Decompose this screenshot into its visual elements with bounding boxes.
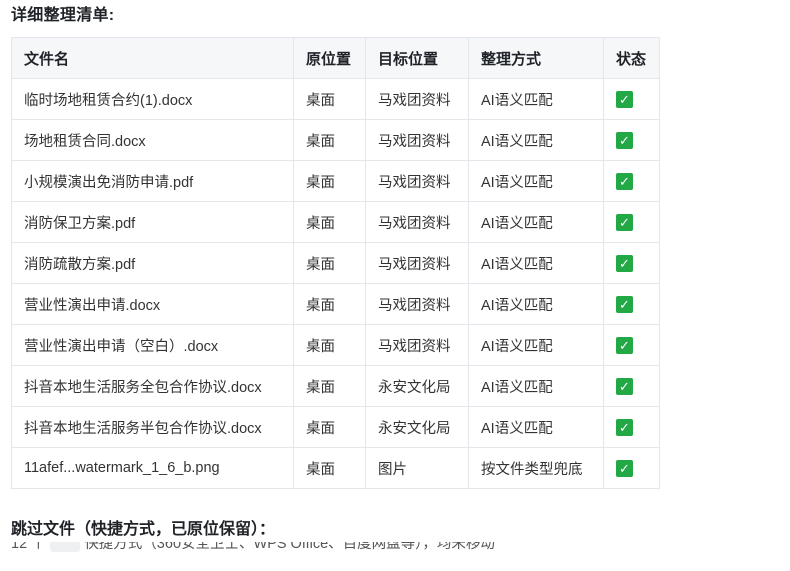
file-organize-table: 文件名 原位置 目标位置 整理方式 状态 临时场地租赁合约(1).docx 桌面马… bbox=[11, 37, 660, 489]
lnk-extension-code: .lnk bbox=[49, 542, 81, 552]
table-row: 抖音本地生活服务半包合作协议.docx 桌面 永安文化局 AI语义匹配 ✓ bbox=[11, 406, 660, 448]
check-mark-icon: ✓ bbox=[616, 377, 633, 395]
cell-target: 永安文化局 bbox=[365, 365, 469, 407]
cell-origin: 桌面 bbox=[293, 447, 366, 489]
check-mark-icon: ✓ bbox=[616, 131, 633, 149]
table-row: 消防保卫方案.pdf 桌面 马戏团资料 AI语义匹配 ✓ bbox=[11, 201, 660, 243]
cell-method: AI语义匹配 bbox=[468, 283, 604, 325]
check-mark-icon: ✓ bbox=[616, 172, 633, 190]
table-row: 场地租赁合同.docx 桌面 马戏团资料 AI语义匹配 ✓ bbox=[11, 119, 660, 161]
check-mark-icon: ✓ bbox=[616, 295, 633, 313]
cell-method: AI语义匹配 bbox=[468, 119, 604, 161]
cell-filename: 小规模演出免消防申请.pdf bbox=[11, 160, 294, 202]
cell-target: 马戏团资料 bbox=[365, 119, 469, 161]
cell-method: AI语义匹配 bbox=[468, 78, 604, 120]
cell-origin: 桌面 bbox=[293, 283, 366, 325]
cell-origin: 桌面 bbox=[293, 78, 366, 120]
column-header-origin: 原位置 bbox=[293, 37, 366, 79]
cell-status: ✓ bbox=[603, 119, 660, 161]
cell-method: AI语义匹配 bbox=[468, 201, 604, 243]
check-mark-icon: ✓ bbox=[616, 418, 633, 436]
check-mark-icon: ✓ bbox=[616, 254, 633, 272]
cell-filename: 11afef...watermark_1_6_b.png bbox=[11, 447, 294, 489]
cell-status: ✓ bbox=[603, 283, 660, 325]
cell-target: 永安文化局 bbox=[365, 406, 469, 448]
cell-origin: 桌面 bbox=[293, 119, 366, 161]
cell-status: ✓ bbox=[603, 324, 660, 366]
cell-status: ✓ bbox=[603, 406, 660, 448]
check-mark-icon: ✓ bbox=[616, 90, 633, 108]
cell-filename: 场地租赁合同.docx bbox=[11, 119, 294, 161]
table-row: 抖音本地生活服务全包合作协议.docx 桌面 永安文化局 AI语义匹配 ✓ bbox=[11, 365, 660, 407]
table-row: 营业性演出申请.docx 桌面 马戏团资料 AI语义匹配 ✓ bbox=[11, 283, 660, 325]
cell-origin: 桌面 bbox=[293, 242, 366, 284]
cell-method: AI语义匹配 bbox=[468, 324, 604, 366]
cell-method: AI语义匹配 bbox=[468, 160, 604, 202]
skipped-detail: 快捷方式（360安全卫士、WPS Office、百度网盘等），均未移动 bbox=[84, 542, 495, 552]
section-title: 详细整理清单: bbox=[11, 7, 115, 24]
column-header-target: 目标位置 bbox=[365, 37, 469, 79]
cell-method: 按文件类型兜底 bbox=[468, 447, 604, 489]
cell-target: 马戏团资料 bbox=[365, 78, 469, 120]
cell-origin: 桌面 bbox=[293, 406, 366, 448]
cell-target: 马戏团资料 bbox=[365, 324, 469, 366]
column-header-status: 状态 bbox=[603, 37, 660, 79]
cell-target: 图片 bbox=[365, 447, 469, 489]
cell-filename: 临时场地租赁合约(1).docx bbox=[11, 78, 294, 120]
cell-origin: 桌面 bbox=[293, 324, 366, 366]
cell-method: AI语义匹配 bbox=[468, 365, 604, 407]
cell-status: ✓ bbox=[603, 365, 660, 407]
skipped-files-description: 12 个 .lnk 快捷方式（360安全卫士、WPS Office、百度网盘等）… bbox=[11, 542, 611, 552]
skipped-count: 12 个 bbox=[11, 542, 46, 552]
cell-origin: 桌面 bbox=[293, 201, 366, 243]
table-row: 11afef...watermark_1_6_b.png 桌面 图片 按文件类型兜底 ✓ bbox=[11, 447, 660, 489]
cell-status: ✓ bbox=[603, 78, 660, 120]
cell-filename: 抖音本地生活服务全包合作协议.docx bbox=[11, 365, 294, 407]
table-row: 临时场地租赁合约(1).docx 桌面 马戏团资料 AI语义匹配 ✓ bbox=[11, 78, 660, 120]
cell-status: ✓ bbox=[603, 201, 660, 243]
skipped-files-title: 跳过文件（快捷方式，已原位保留）： bbox=[11, 521, 276, 538]
check-mark-icon: ✓ bbox=[616, 213, 633, 231]
cell-target: 马戏团资料 bbox=[365, 242, 469, 284]
column-header-filename: 文件名 bbox=[11, 37, 294, 79]
check-mark-icon: ✓ bbox=[616, 459, 633, 477]
cell-status: ✓ bbox=[603, 242, 660, 284]
cell-target: 马戏团资料 bbox=[365, 283, 469, 325]
cell-status: ✓ bbox=[603, 160, 660, 202]
cell-method: AI语义匹配 bbox=[468, 242, 604, 284]
cell-filename: 抖音本地生活服务半包合作协议.docx bbox=[11, 406, 294, 448]
cell-origin: 桌面 bbox=[293, 160, 366, 202]
table-row: 营业性演出申请（空白）.docx 桌面 马戏团资料 AI语义匹配 ✓ bbox=[11, 324, 660, 366]
cell-target: 马戏团资料 bbox=[365, 201, 469, 243]
cell-method: AI语义匹配 bbox=[468, 406, 604, 448]
check-mark-icon: ✓ bbox=[616, 336, 633, 354]
cell-filename: 消防疏散方案.pdf bbox=[11, 242, 294, 284]
cell-origin: 桌面 bbox=[293, 365, 366, 407]
cell-filename: 消防保卫方案.pdf bbox=[11, 201, 294, 243]
table-header-row: 文件名 原位置 目标位置 整理方式 状态 bbox=[11, 37, 660, 79]
table-row: 小规模演出免消防申请.pdf 桌面 马戏团资料 AI语义匹配 ✓ bbox=[11, 160, 660, 202]
column-header-method: 整理方式 bbox=[468, 37, 604, 79]
table-row: 消防疏散方案.pdf 桌面 马戏团资料 AI语义匹配 ✓ bbox=[11, 242, 660, 284]
cell-status: ✓ bbox=[603, 447, 660, 489]
cell-filename: 营业性演出申请（空白）.docx bbox=[11, 324, 294, 366]
cell-target: 马戏团资料 bbox=[365, 160, 469, 202]
cell-filename: 营业性演出申请.docx bbox=[11, 283, 294, 325]
